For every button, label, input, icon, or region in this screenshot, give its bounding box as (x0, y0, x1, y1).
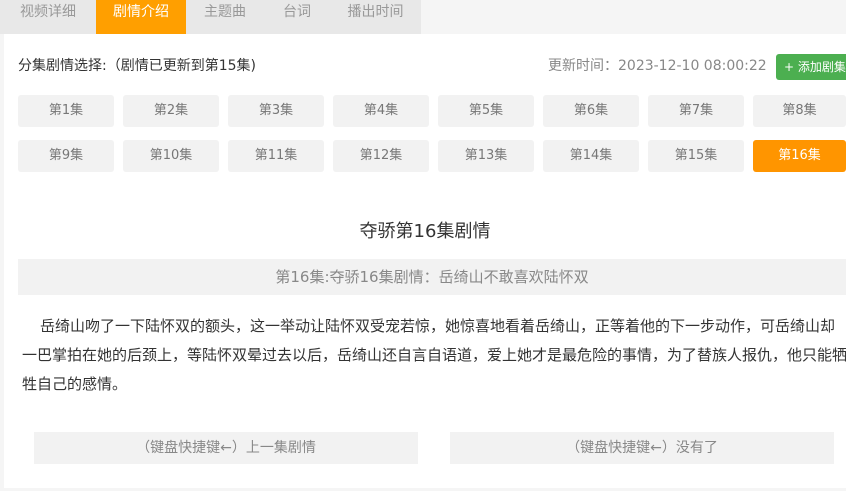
episode-button-12[interactable]: 第12集 (333, 140, 429, 172)
episode-select-label: 分集剧情选择:（剧情已更新到第15集) (18, 58, 256, 74)
episode-button-1[interactable]: 第1集 (18, 95, 114, 127)
tab-plot-intro[interactable]: 剧情介绍 (96, 0, 186, 34)
episode-button-7[interactable]: 第7集 (648, 95, 744, 127)
next-episode-button[interactable]: （键盘快捷键←）没有了 (450, 432, 834, 464)
plot-panel: 分集剧情选择:（剧情已更新到第15集) 更新时间：2023-12-10 08:0… (4, 34, 846, 488)
episode-button-13[interactable]: 第13集 (438, 140, 534, 172)
episode-button-3[interactable]: 第3集 (228, 95, 324, 127)
article-subtitle: 第16集:夺骄16集剧情：岳绮山不敢喜欢陆怀双 (18, 259, 846, 295)
tab-lines[interactable]: 台词 (264, 0, 330, 34)
tab-theme-song[interactable]: 主题曲 (186, 0, 264, 34)
episode-button-10[interactable]: 第10集 (123, 140, 219, 172)
add-episode-button[interactable]: + 添加剧集 (776, 54, 846, 80)
episode-button-4[interactable]: 第4集 (333, 95, 429, 127)
tab-bar: 视频详细 剧情介绍 主题曲 台词 播出时间 (0, 0, 421, 34)
episode-button-8[interactable]: 第8集 (753, 95, 846, 127)
episode-button-5[interactable]: 第5集 (438, 95, 534, 127)
tab-air-time[interactable]: 播出时间 (330, 0, 421, 34)
article-body: 岳绮山吻了一下陆怀双的额头，这一举动让陆怀双受宠若惊，她惊喜地看着岳绮山，正等着… (22, 317, 846, 393)
episode-button-16[interactable]: 第16集 (753, 140, 846, 172)
article-title: 夺骄第16集剧情 (359, 221, 491, 242)
episode-button-11[interactable]: 第11集 (228, 140, 324, 172)
episode-button-6[interactable]: 第6集 (543, 95, 639, 127)
episode-button-15[interactable]: 第15集 (648, 140, 744, 172)
update-time: 更新时间：2023-12-10 08:00:22 (548, 58, 767, 74)
prev-episode-button[interactable]: （键盘快捷键←）上一集剧情 (34, 432, 418, 464)
episode-button-14[interactable]: 第14集 (543, 140, 639, 172)
episode-button-2[interactable]: 第2集 (123, 95, 219, 127)
tab-video-details[interactable]: 视频详细 (0, 0, 96, 34)
episode-button-9[interactable]: 第9集 (18, 140, 114, 172)
